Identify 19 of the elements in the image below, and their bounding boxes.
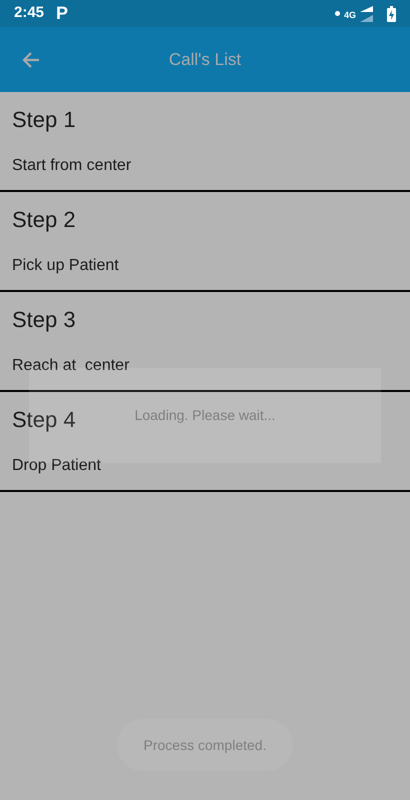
step-title: Step 3 — [12, 306, 76, 334]
toast-message: Process completed. — [144, 736, 266, 755]
signal-icon — [360, 6, 373, 22]
step-description: Drop Patient — [12, 456, 101, 476]
step-description: Reach at center — [12, 356, 130, 376]
network-type: 4G — [344, 9, 356, 22]
step-item[interactable]: Step 1 Start from center — [0, 92, 410, 192]
step-description: Start from center — [12, 156, 132, 176]
clock: 2:45 — [14, 3, 44, 24]
battery-charging-icon — [387, 6, 396, 22]
step-item[interactable]: Step 2 Pick up Patient — [0, 192, 410, 292]
loading-message: Loading. Please wait... — [134, 406, 276, 425]
step-title: Step 2 — [12, 206, 76, 234]
step-item[interactable]: Step 3 Reach at center — [0, 292, 410, 392]
step-title: Step 1 — [12, 106, 76, 134]
notification-icon: P — [56, 0, 68, 27]
step-title: Step 4 — [12, 406, 76, 434]
screen-title: Call's List — [168, 48, 242, 71]
step-description: Pick up Patient — [12, 256, 119, 276]
